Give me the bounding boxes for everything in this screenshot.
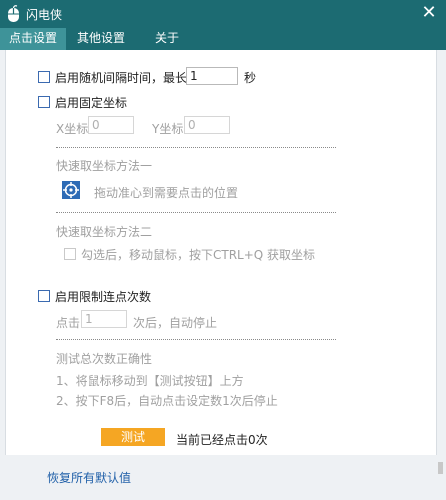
test-title: 测试总次数正确性 — [56, 352, 153, 366]
x-coord-label: X坐标 — [56, 122, 89, 136]
method1-title: 快速取坐标方法一 — [56, 159, 153, 173]
tab-about[interactable]: 关于 — [140, 28, 194, 50]
max-interval-input[interactable] — [186, 67, 238, 85]
tab-bar: 点击设置 其他设置 关于 — [0, 28, 446, 50]
fixed-coord-checkbox[interactable] — [38, 96, 50, 108]
window-title: 闪电侠 — [26, 8, 63, 22]
divider — [56, 339, 336, 340]
seconds-unit-label: 秒 — [244, 71, 257, 85]
method2-checkbox[interactable] — [64, 248, 76, 260]
reset-defaults-link[interactable]: 恢复所有默认值 — [47, 469, 131, 486]
click-prefix-label: 点击 — [56, 316, 81, 330]
y-coord-label: Y坐标 — [152, 122, 184, 136]
divider — [56, 212, 336, 213]
divider — [56, 147, 336, 148]
title-bar: 闪电侠 ✕ — [0, 0, 446, 28]
test-button[interactable]: 测试 — [101, 428, 165, 446]
method1-hint: 拖动准心到需要点击的位置 — [94, 186, 239, 200]
method2-title: 快速取坐标方法二 — [56, 225, 153, 239]
limit-clicks-checkbox[interactable] — [38, 290, 50, 302]
mouse-icon — [8, 5, 19, 22]
tab-click-settings[interactable]: 点击设置 — [0, 28, 66, 50]
tab-other-settings[interactable]: 其他设置 — [68, 28, 134, 50]
test-step-2: 2、按下F8后，自动点击设定数1次后停止 — [56, 394, 278, 408]
settings-panel: 启用随机间隔时间，最长为 秒 启用固定坐标 X坐标 Y坐标 快速取坐标方法一 拖… — [5, 50, 437, 455]
scrollbar-thumb[interactable] — [438, 462, 443, 474]
click-count-status: 当前已经点击0次 — [176, 433, 268, 447]
crosshair-icon[interactable] — [62, 181, 80, 199]
method2-hint: 勾选后，移动鼠标，按下CTRL+Q 获取坐标 — [81, 248, 316, 262]
fixed-coord-label: 启用固定坐标 — [55, 96, 128, 110]
y-coord-input[interactable] — [184, 116, 230, 134]
click-count-input[interactable] — [81, 310, 127, 328]
test-step-1: 1、将鼠标移动到【测试按钮】上方 — [56, 374, 244, 388]
random-interval-checkbox[interactable] — [38, 71, 50, 83]
close-button[interactable]: ✕ — [418, 2, 440, 24]
scrollbar-track[interactable] — [437, 50, 444, 495]
footer: 恢复所有默认值 — [5, 455, 435, 495]
random-interval-label: 启用随机间隔时间，最长为 — [55, 71, 200, 85]
x-coord-input[interactable] — [88, 116, 134, 134]
close-icon: ✕ — [421, 2, 437, 23]
limit-clicks-label: 启用限制连点次数 — [55, 290, 152, 304]
click-suffix-label: 次后，自动停止 — [133, 316, 218, 330]
